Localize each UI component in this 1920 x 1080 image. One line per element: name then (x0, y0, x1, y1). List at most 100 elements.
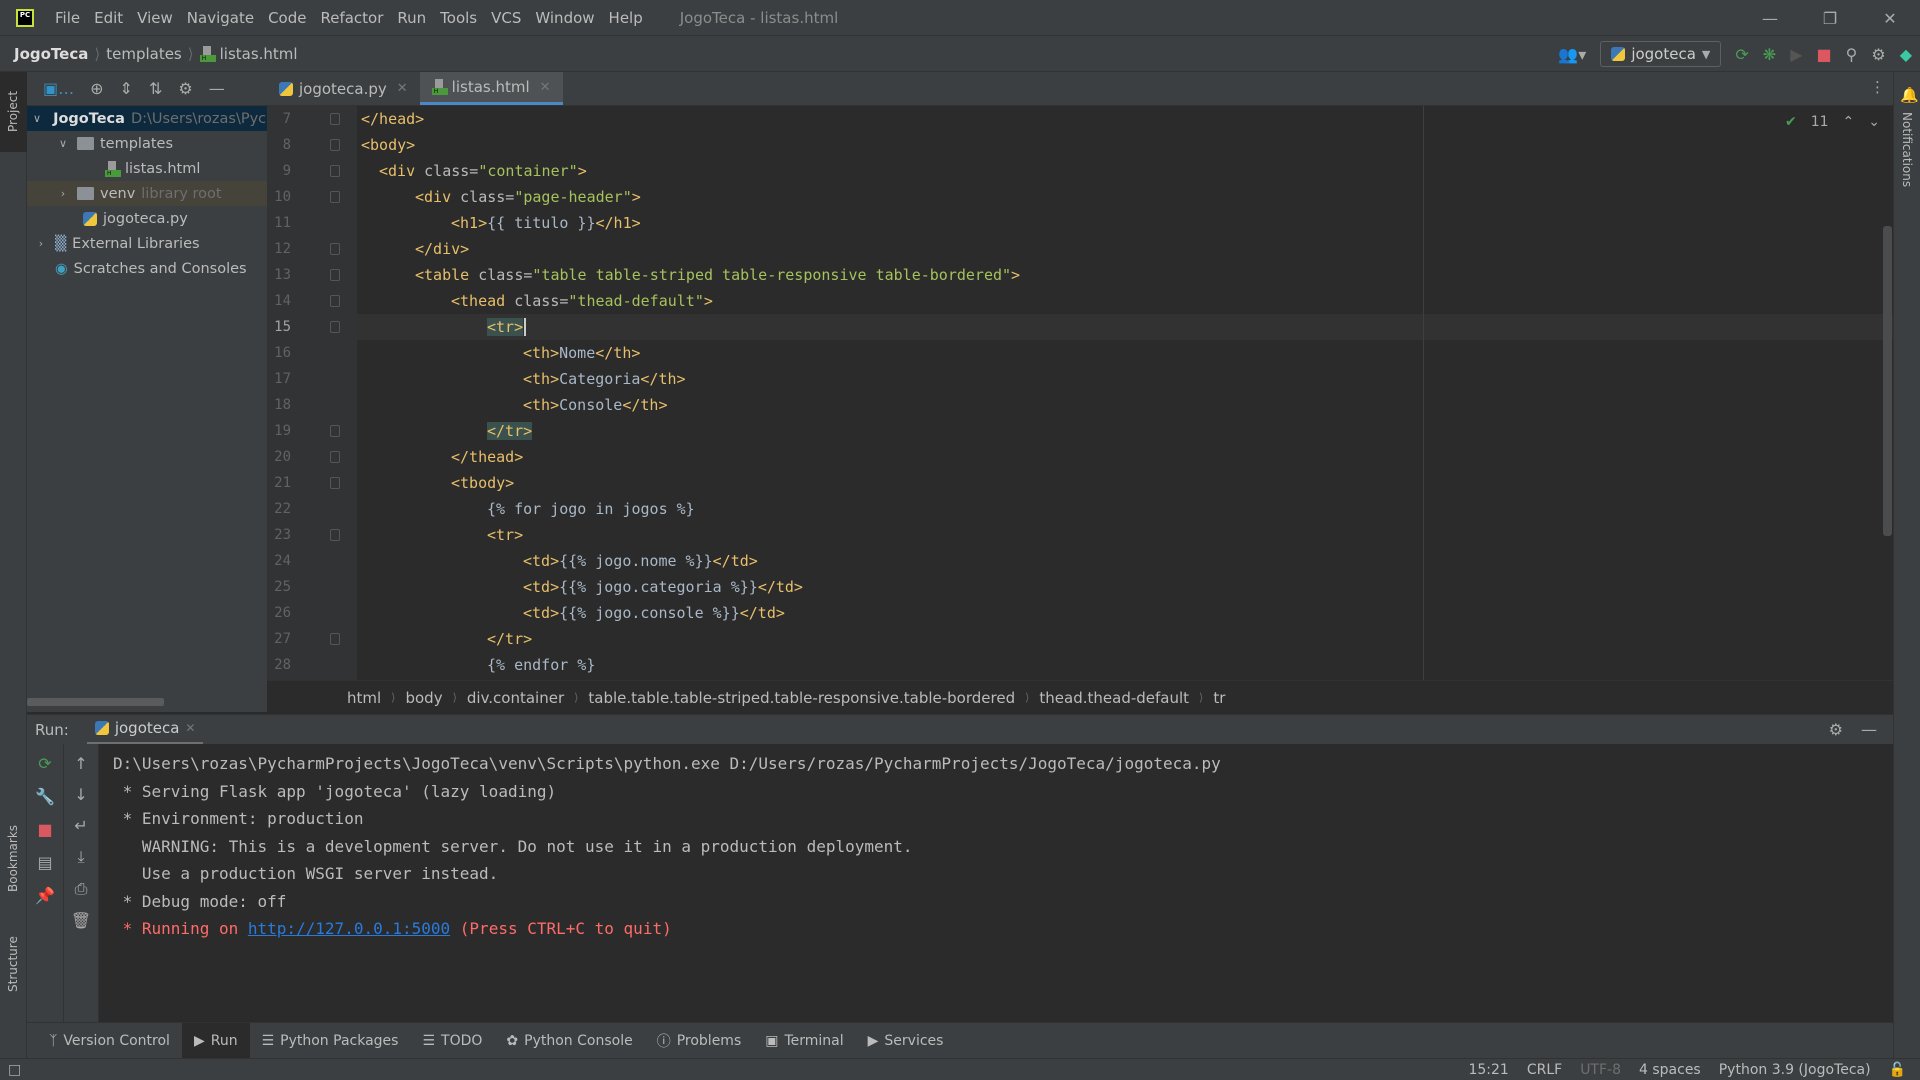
gear-icon[interactable]: ⚙ (1829, 720, 1843, 739)
server-url-link[interactable]: http://127.0.0.1:5000 (248, 919, 450, 938)
wrench-icon[interactable]: 🔧 (35, 787, 55, 806)
chevron-right-icon[interactable]: › (55, 187, 71, 200)
breadcrumb-project[interactable]: JogoTeca (14, 45, 88, 63)
tree-item-listas-html[interactable]: listas.html (27, 156, 267, 181)
minimize-icon[interactable]: — (1740, 9, 1800, 28)
structure-tool-label[interactable]: Structure (6, 936, 20, 992)
hide-icon[interactable]: — (1861, 720, 1877, 739)
run-tab-jogoteca[interactable]: jogoteca ✕ (86, 715, 204, 745)
menu-window[interactable]: Window (528, 9, 601, 27)
breadcrumb-item[interactable]: html (347, 689, 381, 707)
search-icon[interactable]: ⚲ (1846, 45, 1858, 64)
console-output[interactable]: D:\Users\rozas\PycharmProjects\JogoTeca\… (99, 744, 1893, 1022)
chevron-right-icon[interactable]: › (33, 237, 49, 250)
expand-all-icon[interactable]: ⇕ (120, 79, 133, 98)
toolbox-icon[interactable]: ◆ (1900, 45, 1912, 64)
tool-terminal[interactable]: ▣ Terminal (753, 1023, 855, 1059)
tree-item-external-libraries[interactable]: › ▒ External Libraries (27, 231, 267, 256)
close-tab-icon[interactable]: ✕ (397, 81, 408, 96)
inspection-widget[interactable]: ✔ 11 ⌃ ⌄ (1785, 114, 1880, 130)
menu-tools[interactable]: Tools (433, 9, 484, 27)
more-options-icon[interactable]: ⋮ (1870, 78, 1885, 96)
fold-marker-icon[interactable] (330, 139, 340, 151)
locate-icon[interactable]: ⊕ (90, 79, 103, 98)
collapse-all-icon[interactable]: ⇅ (149, 79, 162, 98)
fold-marker-icon[interactable] (330, 451, 340, 463)
breadcrumb-item[interactable]: tr (1213, 689, 1225, 707)
menu-code[interactable]: Code (261, 9, 313, 27)
trash-icon[interactable]: 🗑 (71, 911, 91, 930)
fold-marker-icon[interactable] (330, 529, 340, 541)
menu-file[interactable]: File (48, 9, 87, 27)
tool-problems[interactable]: ⓘ Problems (645, 1023, 754, 1059)
fold-marker-icon[interactable] (330, 269, 340, 281)
menu-help[interactable]: Help (602, 9, 650, 27)
menu-navigate[interactable]: Navigate (180, 9, 261, 27)
fold-marker-icon[interactable] (330, 165, 340, 177)
gear-icon[interactable]: ⚙ (1871, 45, 1885, 64)
arrow-up-icon[interactable]: ↑ (74, 754, 87, 773)
breadcrumb-file[interactable]: listas.html (220, 45, 298, 63)
breadcrumb-templates[interactable]: templates (106, 45, 182, 63)
breadcrumb-item[interactable]: div.container (467, 689, 564, 707)
scroll-to-end-icon[interactable]: ⤓ (77, 847, 84, 867)
breadcrumb-item[interactable]: body (405, 689, 442, 707)
chevron-up-icon[interactable]: ⌃ (1843, 114, 1855, 130)
restore-icon[interactable]: ❐ (1800, 9, 1860, 28)
menu-edit[interactable]: Edit (87, 9, 130, 27)
menu-run[interactable]: Run (390, 9, 433, 27)
tree-item-venv[interactable]: › venv library root (27, 181, 267, 206)
tree-item-scratches[interactable]: ◉ Scratches and Consoles (27, 256, 267, 281)
tool-windows-toggle-icon[interactable]: □ (8, 1062, 21, 1078)
gear-icon[interactable]: ⚙ (178, 79, 192, 98)
close-icon[interactable]: ✕ (1860, 9, 1920, 28)
notifications-tool-label[interactable]: Notifications (1900, 112, 1914, 187)
fold-marker-icon[interactable] (330, 321, 340, 333)
coverage-icon[interactable]: ▶ (1790, 45, 1802, 64)
menu-vcs[interactable]: VCS (484, 9, 528, 27)
tree-item-templates[interactable]: ∨ templates (27, 131, 267, 156)
indent-setting[interactable]: 4 spaces (1639, 1062, 1701, 1078)
run-config-selector[interactable]: jogoteca ▼ (1600, 41, 1722, 67)
caret-position[interactable]: 15:21 (1468, 1062, 1508, 1078)
fold-marker-icon[interactable] (330, 243, 340, 255)
menu-view[interactable]: View (130, 9, 180, 27)
tool-python-packages[interactable]: ☰ Python Packages (250, 1023, 411, 1059)
debug-icon[interactable]: ❋ (1763, 45, 1776, 64)
fold-marker-icon[interactable] (330, 295, 340, 307)
rerun-icon[interactable]: ⟳ (38, 754, 51, 773)
hide-icon[interactable]: — (209, 79, 225, 98)
bookmarks-tool-label[interactable]: Bookmarks (6, 825, 20, 892)
fold-marker-icon[interactable] (330, 477, 340, 489)
stop-icon[interactable]: ■ (1817, 45, 1832, 64)
fold-marker-icon[interactable] (330, 633, 340, 645)
print-icon[interactable]: ⎙ (75, 879, 88, 899)
tool-run[interactable]: ▶ Run (181, 1022, 250, 1059)
project-horizontal-scrollbar[interactable] (27, 698, 164, 706)
soft-wrap-icon[interactable]: ↵ (74, 816, 87, 835)
editor-vertical-scrollbar[interactable] (1883, 226, 1892, 536)
user-account-icon[interactable]: 👥▾ (1558, 45, 1586, 64)
fold-marker-icon[interactable] (330, 425, 340, 437)
tab-listas-html[interactable]: listas.html ✕ (419, 72, 563, 105)
tool-version-control[interactable]: ᛉ Version Control (37, 1023, 182, 1059)
python-interpreter[interactable]: Python 3.9 (JogoTeca) (1719, 1062, 1871, 1078)
breadcrumb-item[interactable]: thead.thead-default (1039, 689, 1189, 707)
tool-todo[interactable]: ☰ TODO (410, 1023, 494, 1059)
tab-jogoteca-py[interactable]: jogoteca.py ✕ (267, 72, 420, 105)
rerun-icon[interactable]: ⟳ (1735, 45, 1748, 64)
layout-icon[interactable]: ▤ (37, 853, 52, 872)
stop-icon[interactable]: ■ (37, 820, 52, 839)
tree-item-jogoteca[interactable]: ∨ JogoTeca D:\Users\rozas\PycharmProject… (27, 106, 267, 131)
tool-services[interactable]: ▶ Services (856, 1023, 956, 1059)
code-editor[interactable]: </head> <body> <div class="container"> <… (357, 106, 1893, 680)
breadcrumb-item[interactable]: table.table.table-striped.table-responsi… (588, 689, 1015, 707)
lock-icon[interactable]: 🔓 (1889, 1062, 1906, 1078)
line-separator[interactable]: CRLF (1527, 1062, 1562, 1078)
chevron-down-icon[interactable]: ∨ (33, 112, 41, 125)
menu-refactor[interactable]: Refactor (313, 9, 390, 27)
fold-marker-icon[interactable] (330, 113, 340, 125)
project-tool-button[interactable]: Project (0, 72, 27, 152)
file-encoding[interactable]: UTF-8 (1580, 1062, 1621, 1078)
pin-icon[interactable]: 📌 (35, 886, 55, 905)
